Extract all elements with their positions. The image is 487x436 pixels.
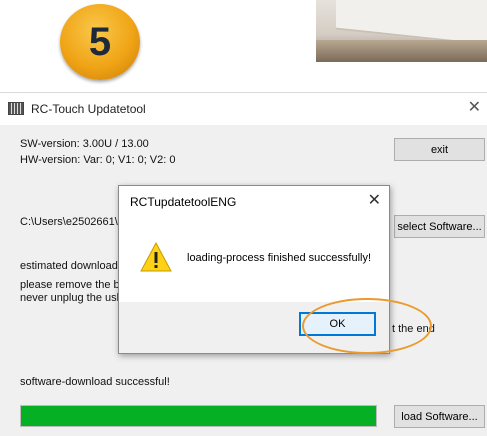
warning-icon xyxy=(140,241,172,272)
status-message: software-download successful! xyxy=(20,376,170,388)
remove-battery-label: please remove the ba xyxy=(20,279,126,291)
dialog-body: loading-process finished successfully! xyxy=(119,216,389,302)
window-titlebar: RC-Touch Updatetool ✕ xyxy=(0,93,487,125)
hw-version-label: HW-version: Var: 0; V1: 0; V2: 0 xyxy=(20,154,176,166)
estimated-download-label: estimated download- xyxy=(20,260,122,272)
software-path-label: C:\Users\e2502661\D xyxy=(20,216,126,228)
load-software-button[interactable]: load Software... xyxy=(394,405,485,428)
step-number-badge: 5 xyxy=(60,4,140,80)
never-unplug-label: never unplug the usb xyxy=(20,292,123,304)
download-progress-bar xyxy=(20,405,377,427)
step-number: 5 xyxy=(88,19,112,64)
sw-version-label: SW-version: 3.00U / 13.00 xyxy=(20,138,149,150)
dialog-titlebar: RCTupdatetoolENG ✕ xyxy=(119,186,389,216)
window-title: RC-Touch Updatetool xyxy=(31,102,146,116)
device-photo xyxy=(316,0,487,62)
select-software-button[interactable]: select Software... xyxy=(394,215,485,238)
progress-fill xyxy=(21,406,376,426)
dialog-message: loading-process finished successfully! xyxy=(187,252,372,264)
app-icon xyxy=(8,102,24,115)
device-shadow-image xyxy=(316,40,487,62)
dialog-title: RCTupdatetoolENG xyxy=(130,195,237,209)
dialog-close-icon[interactable]: ✕ xyxy=(368,190,381,210)
exit-button[interactable]: exit xyxy=(394,138,485,161)
highlight-ring xyxy=(302,298,432,354)
window-close-icon[interactable]: ✕ xyxy=(468,98,481,118)
